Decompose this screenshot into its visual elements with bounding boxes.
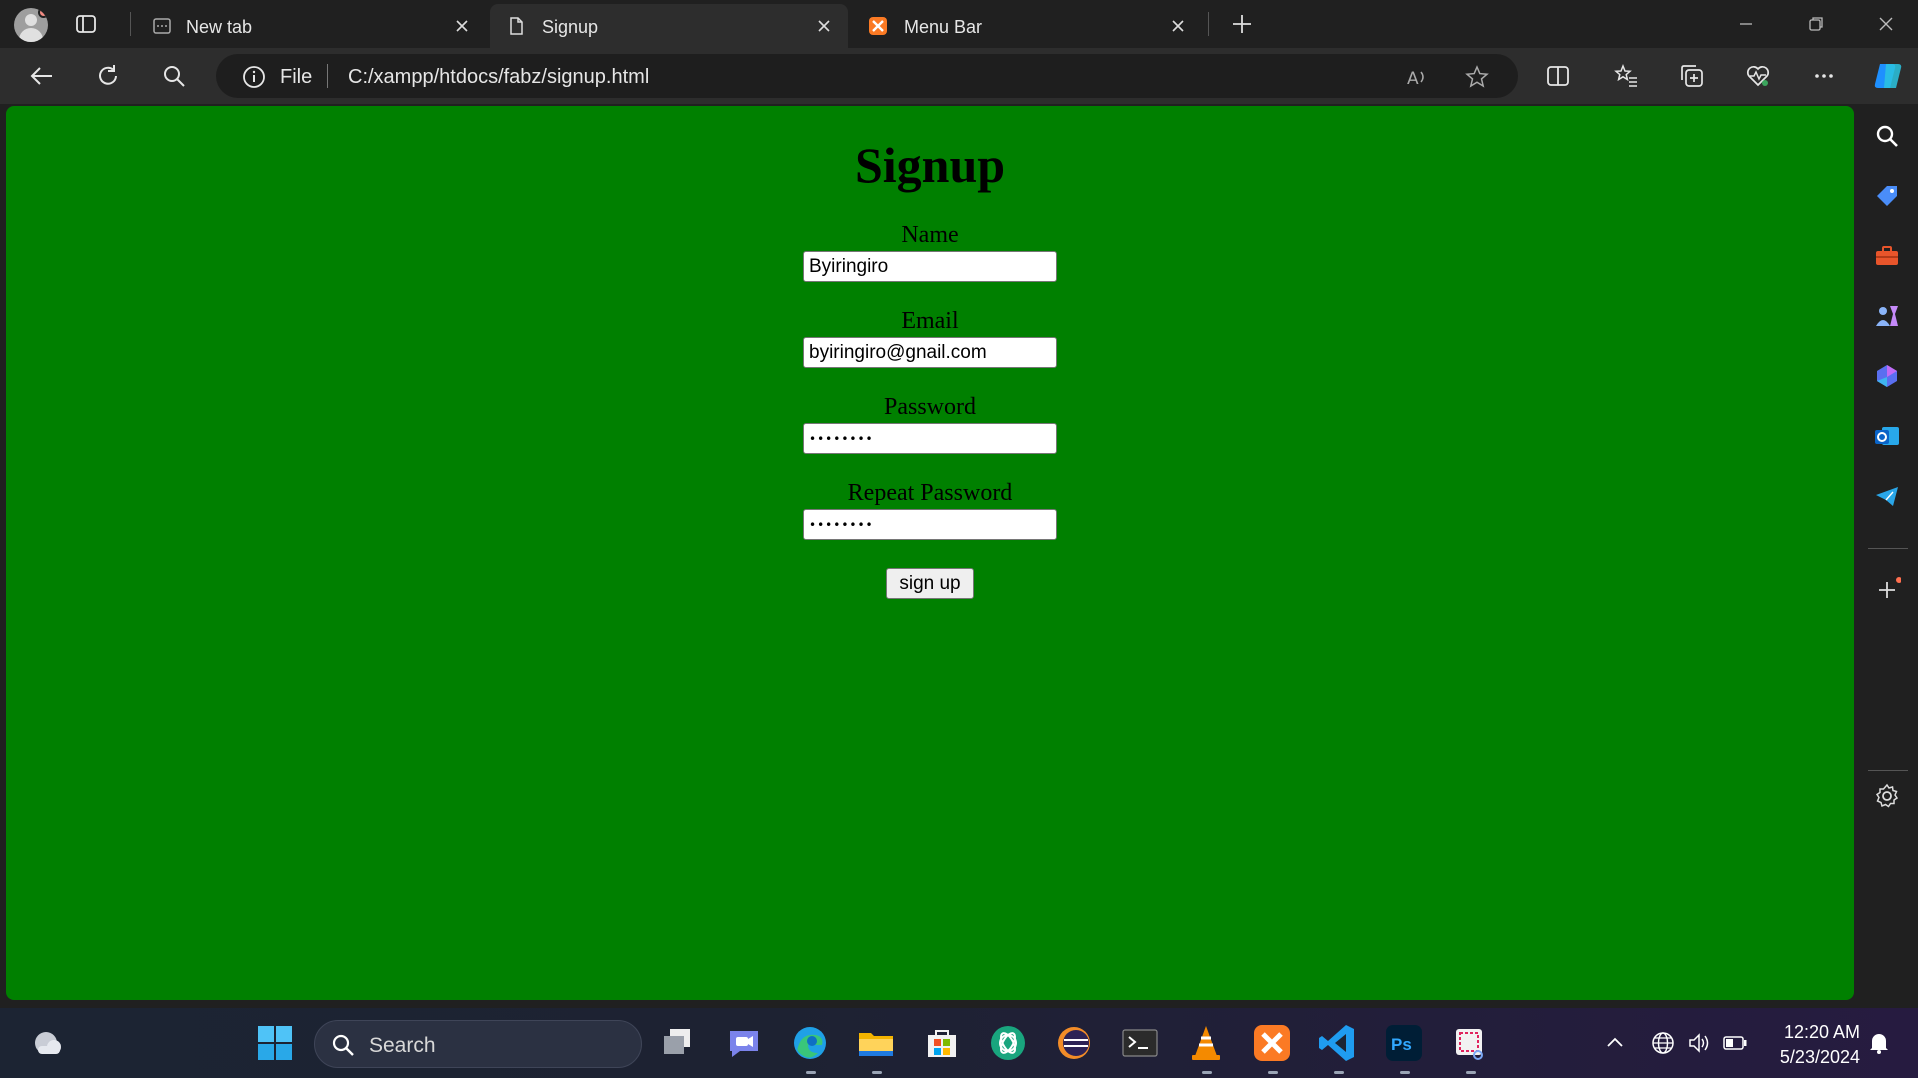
running-indicator xyxy=(1466,1071,1476,1074)
sidebar-separator xyxy=(1868,770,1908,771)
info-icon[interactable] xyxy=(242,65,266,89)
password-label: Password xyxy=(883,394,976,420)
tab-menu-bar[interactable]: Menu Bar xyxy=(852,4,1202,48)
games-icon[interactable] xyxy=(1873,302,1901,330)
task-view-icon[interactable] xyxy=(656,1021,700,1065)
svg-text:A: A xyxy=(1407,69,1419,89)
tab-label: Menu Bar xyxy=(904,17,983,37)
settings-icon[interactable] xyxy=(1873,782,1901,810)
close-tab-icon[interactable] xyxy=(1168,16,1188,36)
running-indicator xyxy=(1268,1071,1278,1074)
email-field[interactable] xyxy=(803,337,1057,368)
chatgpt-icon[interactable] xyxy=(986,1021,1030,1065)
page-viewport: Signup Name Email Password Repeat Passwo… xyxy=(6,106,1854,1000)
search-icon[interactable] xyxy=(160,62,188,90)
address-divider xyxy=(327,64,328,88)
edge-sidebar xyxy=(1856,104,1918,1008)
microsoft-store-icon[interactable] xyxy=(920,1021,964,1065)
favorites-list-icon[interactable] xyxy=(1612,62,1640,90)
network-globe-icon[interactable] xyxy=(1650,1030,1676,1056)
eclipse-icon[interactable] xyxy=(1052,1021,1096,1065)
tab-actions-icon[interactable] xyxy=(74,12,98,36)
email-label: Email xyxy=(901,308,959,334)
vscode-icon[interactable] xyxy=(1316,1021,1360,1065)
toolbox-icon[interactable] xyxy=(1873,242,1901,270)
chevron-up-icon[interactable] xyxy=(1602,1030,1628,1056)
back-arrow-icon[interactable] xyxy=(28,62,56,90)
scheme-label: File xyxy=(280,66,313,88)
add-icon[interactable] xyxy=(1873,576,1901,604)
running-indicator xyxy=(1202,1071,1212,1074)
svg-text:Ps: Ps xyxy=(1391,1035,1412,1054)
collections-icon[interactable] xyxy=(1678,62,1706,90)
close-tab-icon[interactable] xyxy=(452,16,472,36)
split-screen-icon[interactable] xyxy=(1544,62,1572,90)
sign-up-button[interactable]: sign up xyxy=(886,568,974,599)
file-explorer-icon[interactable] xyxy=(854,1021,898,1065)
clock-date: 5/23/2024 xyxy=(1779,1047,1860,1067)
browser-title-bar: New tab Signup Menu Bar xyxy=(0,0,1918,48)
tab-signup[interactable]: Signup xyxy=(490,4,848,48)
shopping-tag-icon[interactable] xyxy=(1873,182,1901,210)
system-clock[interactable]: 12:20 AM 5/23/2024 xyxy=(1760,1020,1860,1070)
terminal-icon[interactable] xyxy=(1118,1021,1162,1065)
name-label: Name xyxy=(901,222,959,248)
running-indicator xyxy=(1400,1071,1410,1074)
tab-separator xyxy=(130,12,131,36)
document-icon xyxy=(510,17,523,35)
refresh-icon[interactable] xyxy=(94,62,122,90)
restore-icon[interactable] xyxy=(1802,10,1830,38)
running-indicator xyxy=(806,1071,816,1074)
password-field[interactable] xyxy=(803,423,1057,454)
copilot-icon[interactable] xyxy=(1873,362,1901,390)
running-indicator xyxy=(872,1071,882,1074)
tab-separator xyxy=(1208,12,1209,36)
read-aloud-icon[interactable]: A xyxy=(1404,64,1430,90)
new-tab-icon xyxy=(153,18,171,34)
name-field[interactable] xyxy=(803,251,1057,282)
notification-bell-icon[interactable] xyxy=(1866,1030,1892,1056)
repeat-password-field[interactable] xyxy=(803,509,1057,540)
xampp-icon[interactable] xyxy=(1250,1021,1294,1065)
outlook-icon[interactable] xyxy=(1873,422,1901,450)
windows-taskbar: Search Ps 12:20 AM 5/23/2024 xyxy=(0,1008,1918,1078)
browser-toolbar: File C:/xampp/htdocs/fabz/signup.html A xyxy=(0,48,1918,104)
xampp-icon xyxy=(869,17,887,35)
battery-icon[interactable] xyxy=(1722,1030,1748,1056)
snipping-tool-icon[interactable] xyxy=(1448,1021,1492,1065)
clock-time: 12:20 AM xyxy=(1783,1022,1860,1042)
vlc-icon[interactable] xyxy=(1184,1021,1228,1065)
tab-new-tab[interactable]: New tab xyxy=(136,4,486,48)
sidebar-separator xyxy=(1868,548,1908,549)
repeat-password-label: Repeat Password xyxy=(847,480,1013,506)
browser-essentials-icon[interactable] xyxy=(1744,62,1772,90)
search-icon xyxy=(332,1034,354,1056)
new-tab-plus-icon[interactable] xyxy=(1228,10,1256,38)
windows-start-icon[interactable] xyxy=(253,1021,297,1065)
edge-browser-icon[interactable] xyxy=(788,1021,832,1065)
telegram-icon[interactable] xyxy=(1873,482,1901,510)
close-window-icon[interactable] xyxy=(1872,10,1900,38)
tab-label: New tab xyxy=(186,17,253,37)
copilot-icon[interactable] xyxy=(1870,58,1906,94)
close-tab-icon[interactable] xyxy=(814,16,834,36)
running-indicator xyxy=(1334,1071,1344,1074)
page-title: Signup xyxy=(854,137,1006,193)
url-text[interactable]: C:/xampp/htdocs/fabz/signup.html xyxy=(348,66,649,89)
search-icon[interactable] xyxy=(1873,122,1901,150)
more-options-icon[interactable] xyxy=(1810,62,1838,90)
tab-label: Signup xyxy=(542,17,599,37)
favorite-star-icon[interactable] xyxy=(1464,64,1490,90)
profile-avatar[interactable] xyxy=(14,8,48,42)
address-bar[interactable]: File C:/xampp/htdocs/fabz/signup.html A xyxy=(216,54,1518,98)
search-placeholder: Search xyxy=(369,1034,436,1057)
photoshop-icon[interactable]: Ps xyxy=(1382,1021,1426,1065)
taskbar-search-box[interactable]: Search xyxy=(314,1020,642,1068)
minimize-icon[interactable] xyxy=(1732,10,1760,38)
volume-icon[interactable] xyxy=(1686,1030,1712,1056)
teams-chat-icon[interactable] xyxy=(722,1021,766,1065)
weather-icon[interactable] xyxy=(26,1021,70,1065)
